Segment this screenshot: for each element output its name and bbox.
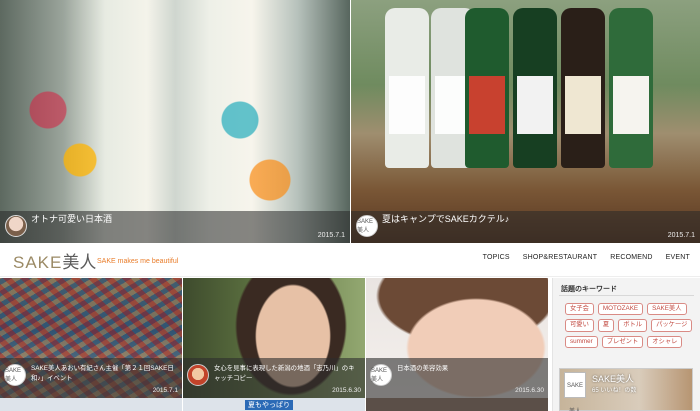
next-row-label: 夏もやっぱり <box>245 400 293 410</box>
hero-card-1[interactable]: オトナ可愛い日本酒 2015.7.1 <box>0 0 350 243</box>
page: オトナ可愛い日本酒 2015.7.1 SAKE美人 夏はキャンプでSAKEカクテ… <box>0 0 700 411</box>
article-grid: SAKE美人 SAKE美人あおい有紀さん主催「第２１回SAKE日和♪」イベント … <box>0 278 548 411</box>
tag-link[interactable]: summer <box>565 335 598 348</box>
divider <box>559 295 694 296</box>
author-avatar: SAKE美人 <box>370 364 392 386</box>
tag-link[interactable]: オシャレ <box>647 335 683 348</box>
facebook-page-logo: SAKE美人 <box>564 372 586 411</box>
keyword-tags: 女子会 MOTOZAKE SAKE美人 可愛い 夏 ボトル パッケージ summ… <box>565 303 700 348</box>
tag-link[interactable]: 夏 <box>597 319 615 332</box>
author-avatar: SAKE美人 <box>356 215 378 237</box>
hero-title[interactable]: 夏はキャンプでSAKEカクテル♪ <box>382 212 509 225</box>
tag-link[interactable]: パッケージ <box>651 319 693 332</box>
nav-event[interactable]: EVENT <box>666 254 690 261</box>
site-header: SAKE 美人 SAKE makes me beautiful TOPICS S… <box>0 243 700 277</box>
logo-kanji: 美人 <box>62 253 97 272</box>
sidebar: 話題のキーワード 女子会 MOTOZAKE SAKE美人 可愛い 夏 ボトル パ… <box>552 278 700 411</box>
article-title[interactable]: 女心を見事に表現した新潟の地酒「志乃川」のキャッチコピー <box>214 364 360 383</box>
site-logo[interactable]: SAKE 美人 <box>13 248 96 273</box>
next-row-peek <box>0 398 182 411</box>
nav-recomend[interactable]: RECOMEND <box>610 254 652 261</box>
facebook-widget[interactable]: SAKE美人 SAKE美人 65 いいね！の数 <box>559 368 693 411</box>
tag-link[interactable]: SAKE美人 <box>647 303 687 316</box>
tag-link[interactable]: 女子会 <box>565 303 594 316</box>
article-card[interactable]: SAKE美人 SAKE美人あおい有紀さん主催「第２１回SAKE日和♪」イベント … <box>0 278 182 411</box>
site-tagline: SAKE makes me beautiful <box>97 258 179 265</box>
author-avatar <box>187 364 209 386</box>
hero-title[interactable]: オトナ可愛い日本酒 <box>31 212 112 225</box>
author-avatar <box>5 215 27 237</box>
article-card[interactable]: SAKE美人 日本酒の美容効果 2015.6.30 <box>366 278 548 411</box>
tag-link[interactable]: ボトル <box>618 319 648 332</box>
nav-shop-restaurant[interactable]: SHOP&RESTAURANT <box>523 254 597 261</box>
article-date: 2015.6.30 <box>515 387 544 394</box>
article-date: 2015.6.30 <box>332 387 361 394</box>
tag-link[interactable]: 可愛い <box>565 319 594 332</box>
tag-link[interactable]: MOTOZAKE <box>597 303 644 316</box>
keyword-heading: 話題のキーワード <box>561 286 617 293</box>
tag-link[interactable]: プレゼント <box>601 335 644 348</box>
nav-topics[interactable]: TOPICS <box>483 254 510 261</box>
logo-latin: SAKE <box>13 253 63 272</box>
article-date: 2015.7.1 <box>152 387 178 394</box>
hero-card-2[interactable]: SAKE美人 夏はキャンプでSAKEカクテル♪ 2015.7.1 <box>350 0 700 243</box>
next-row-peek <box>366 398 548 411</box>
article-title[interactable]: 日本酒の美容効果 <box>397 364 543 374</box>
facebook-page-name[interactable]: SAKE美人 <box>592 372 634 385</box>
article-card[interactable]: 女心を見事に表現した新潟の地酒「志乃川」のキャッチコピー 2015.6.30 夏… <box>183 278 365 411</box>
article-title[interactable]: SAKE美人あおい有紀さん主催「第２１回SAKE日和♪」イベント <box>31 364 177 383</box>
hero-image-bottles <box>0 0 350 243</box>
hero-image-picnic <box>351 0 700 243</box>
main-nav: TOPICS SHOP&RESTAURANT RECOMEND EVENT <box>483 254 690 261</box>
author-avatar: SAKE美人 <box>4 364 26 386</box>
hero-date: 2015.7.1 <box>317 232 345 239</box>
facebook-like-count: 65 いいね！の数 <box>592 388 637 394</box>
hero-section: オトナ可愛い日本酒 2015.7.1 SAKE美人 夏はキャンプでSAKEカクテ… <box>0 0 700 243</box>
hero-date: 2015.7.1 <box>667 232 695 239</box>
